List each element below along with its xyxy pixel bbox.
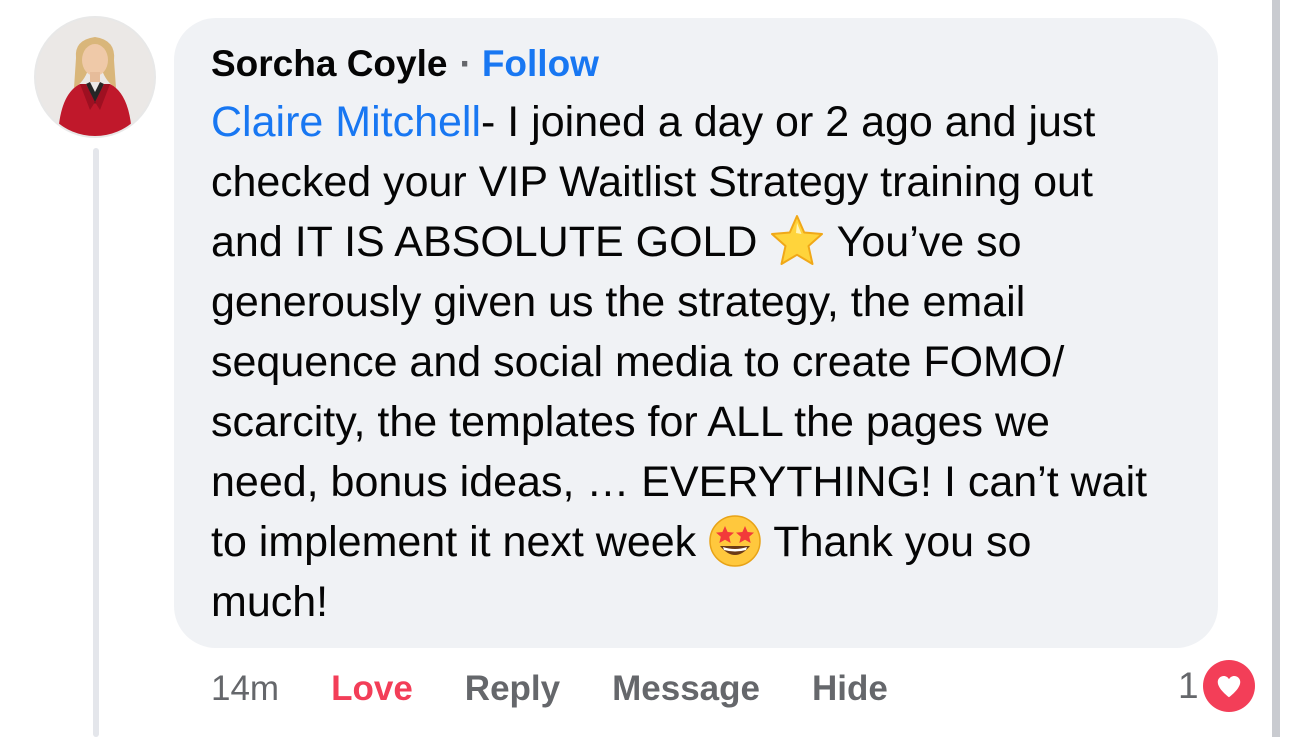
comment-line-text: need, bonus ideas, … EVERYTHING! I can’t… (211, 458, 1148, 506)
comment-line: to implement it next week Thank you so (211, 512, 1196, 572)
author-name[interactable]: Sorcha Coyle (211, 43, 447, 85)
reaction-count: 1 (1178, 665, 1199, 706)
comment-line: scarcity, the templates for ALL the page… (211, 392, 1196, 452)
comment-text: Claire Mitchell- I joined a day or 2 ago… (211, 92, 1196, 632)
comment-line: sequence and social media to create FOMO… (211, 332, 1196, 392)
hide-button[interactable]: Hide (812, 669, 888, 709)
header-separator: · (459, 43, 472, 84)
comment-header: Sorcha Coyle · Follow (211, 42, 599, 86)
timestamp[interactable]: 14m (211, 669, 279, 709)
scrollbar-edge (1272, 0, 1280, 737)
mention-link[interactable]: Claire Mitchell (211, 98, 481, 146)
reply-button[interactable]: Reply (465, 669, 560, 709)
follow-button[interactable]: Follow (482, 43, 599, 85)
comment-page: Sorcha Coyle · Follow Claire Mitchell- I… (0, 0, 1290, 737)
comment-line: need, bonus ideas, … EVERYTHING! I can’t… (211, 452, 1196, 512)
avatar-image (36, 18, 154, 136)
comment-line-text: Thank you so (773, 518, 1032, 566)
comment-line-text: sequence and social media to create FOMO… (211, 338, 1065, 386)
star-struck-emoji (708, 514, 762, 568)
comment-line-text: to implement it next week (211, 518, 697, 566)
thread-line (93, 148, 99, 737)
comment-line: and IT IS ABSOLUTE GOLD You’ve so (211, 212, 1196, 272)
comment-line-text: - I joined a day or 2 ago and just (481, 98, 1096, 146)
comment-line-text: You’ve so (836, 218, 1022, 266)
message-button[interactable]: Message (612, 669, 760, 709)
comment-line-text: scarcity, the templates for ALL the page… (211, 398, 1050, 446)
comment-line-text: checked your VIP Waitlist Strategy train… (211, 158, 1093, 206)
comment-line-text: generously given us the strategy, the em… (211, 278, 1026, 326)
comment-line: Claire Mitchell- I joined a day or 2 ago… (211, 92, 1196, 152)
love-button[interactable]: Love (331, 669, 413, 709)
comment-line: generously given us the strategy, the em… (211, 272, 1196, 332)
comment-line: checked your VIP Waitlist Strategy train… (211, 152, 1196, 212)
comment-actions: 14m Love Reply Message Hide (211, 664, 888, 714)
reaction-summary[interactable]: 1 (1178, 660, 1255, 712)
avatar[interactable] (36, 18, 154, 136)
comment-line-text: and IT IS ABSOLUTE GOLD (211, 218, 758, 266)
comment-line-text: much! (211, 578, 329, 626)
comment-line: much! (211, 572, 1196, 632)
heart-icon (1202, 660, 1255, 712)
star-emoji (769, 213, 825, 269)
